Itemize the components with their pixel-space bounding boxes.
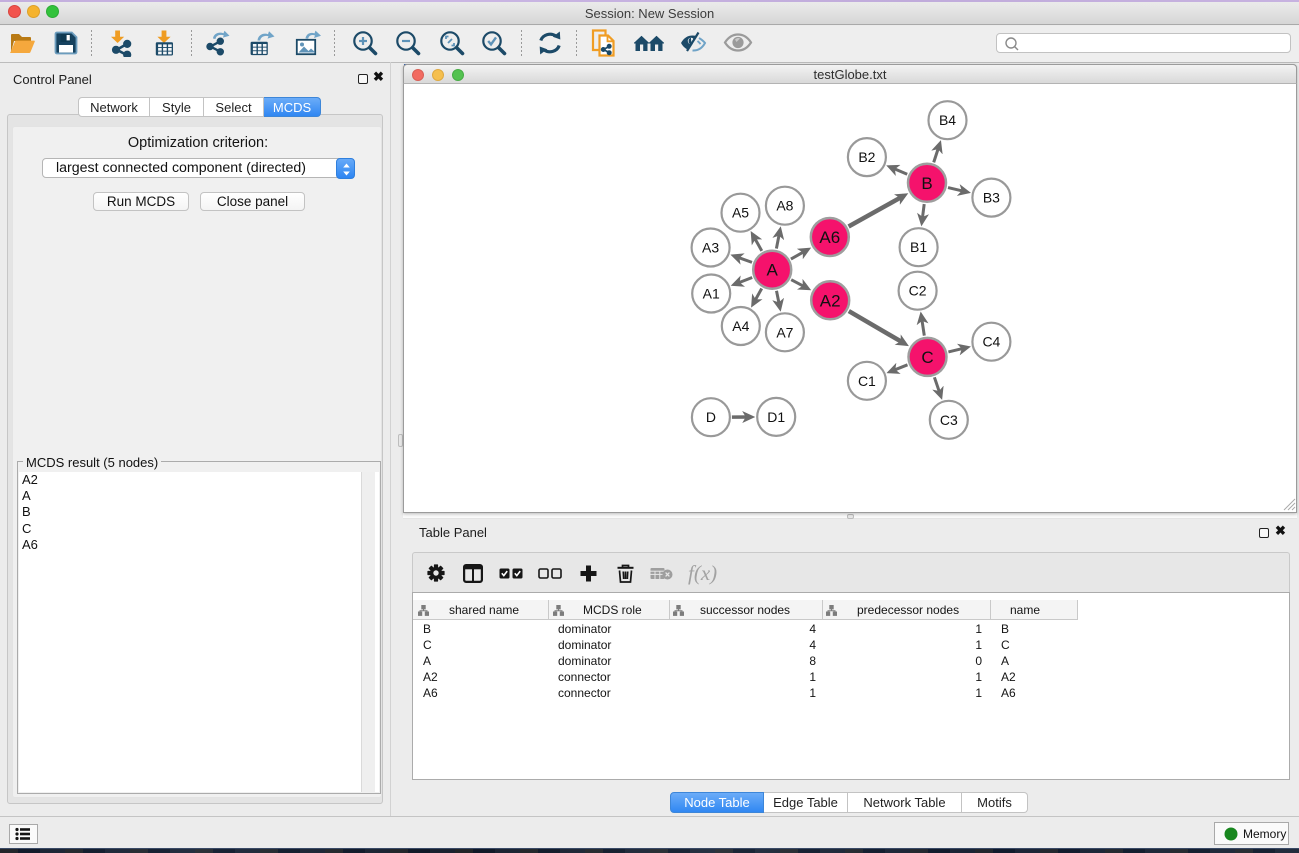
svg-text:B4: B4 (939, 112, 956, 128)
svg-text:A2: A2 (820, 291, 841, 310)
svg-text:C2: C2 (909, 283, 927, 299)
svg-text:C3: C3 (940, 412, 958, 428)
svg-text:B: B (921, 174, 932, 193)
svg-text:A7: A7 (776, 324, 793, 340)
svg-text:B3: B3 (983, 190, 1000, 206)
svg-text:B1: B1 (910, 239, 927, 255)
svg-text:A4: A4 (732, 318, 749, 334)
svg-text:A5: A5 (732, 205, 749, 221)
svg-text:D1: D1 (767, 409, 785, 425)
svg-text:B2: B2 (858, 149, 875, 165)
svg-text:C4: C4 (982, 334, 1000, 350)
svg-text:D: D (706, 409, 716, 425)
svg-text:A8: A8 (776, 198, 793, 214)
svg-text:A3: A3 (702, 240, 719, 256)
svg-text:C: C (921, 348, 933, 367)
svg-text:A6: A6 (819, 228, 840, 247)
svg-text:A1: A1 (703, 286, 720, 302)
svg-text:C1: C1 (858, 373, 876, 389)
svg-text:A: A (767, 261, 779, 280)
